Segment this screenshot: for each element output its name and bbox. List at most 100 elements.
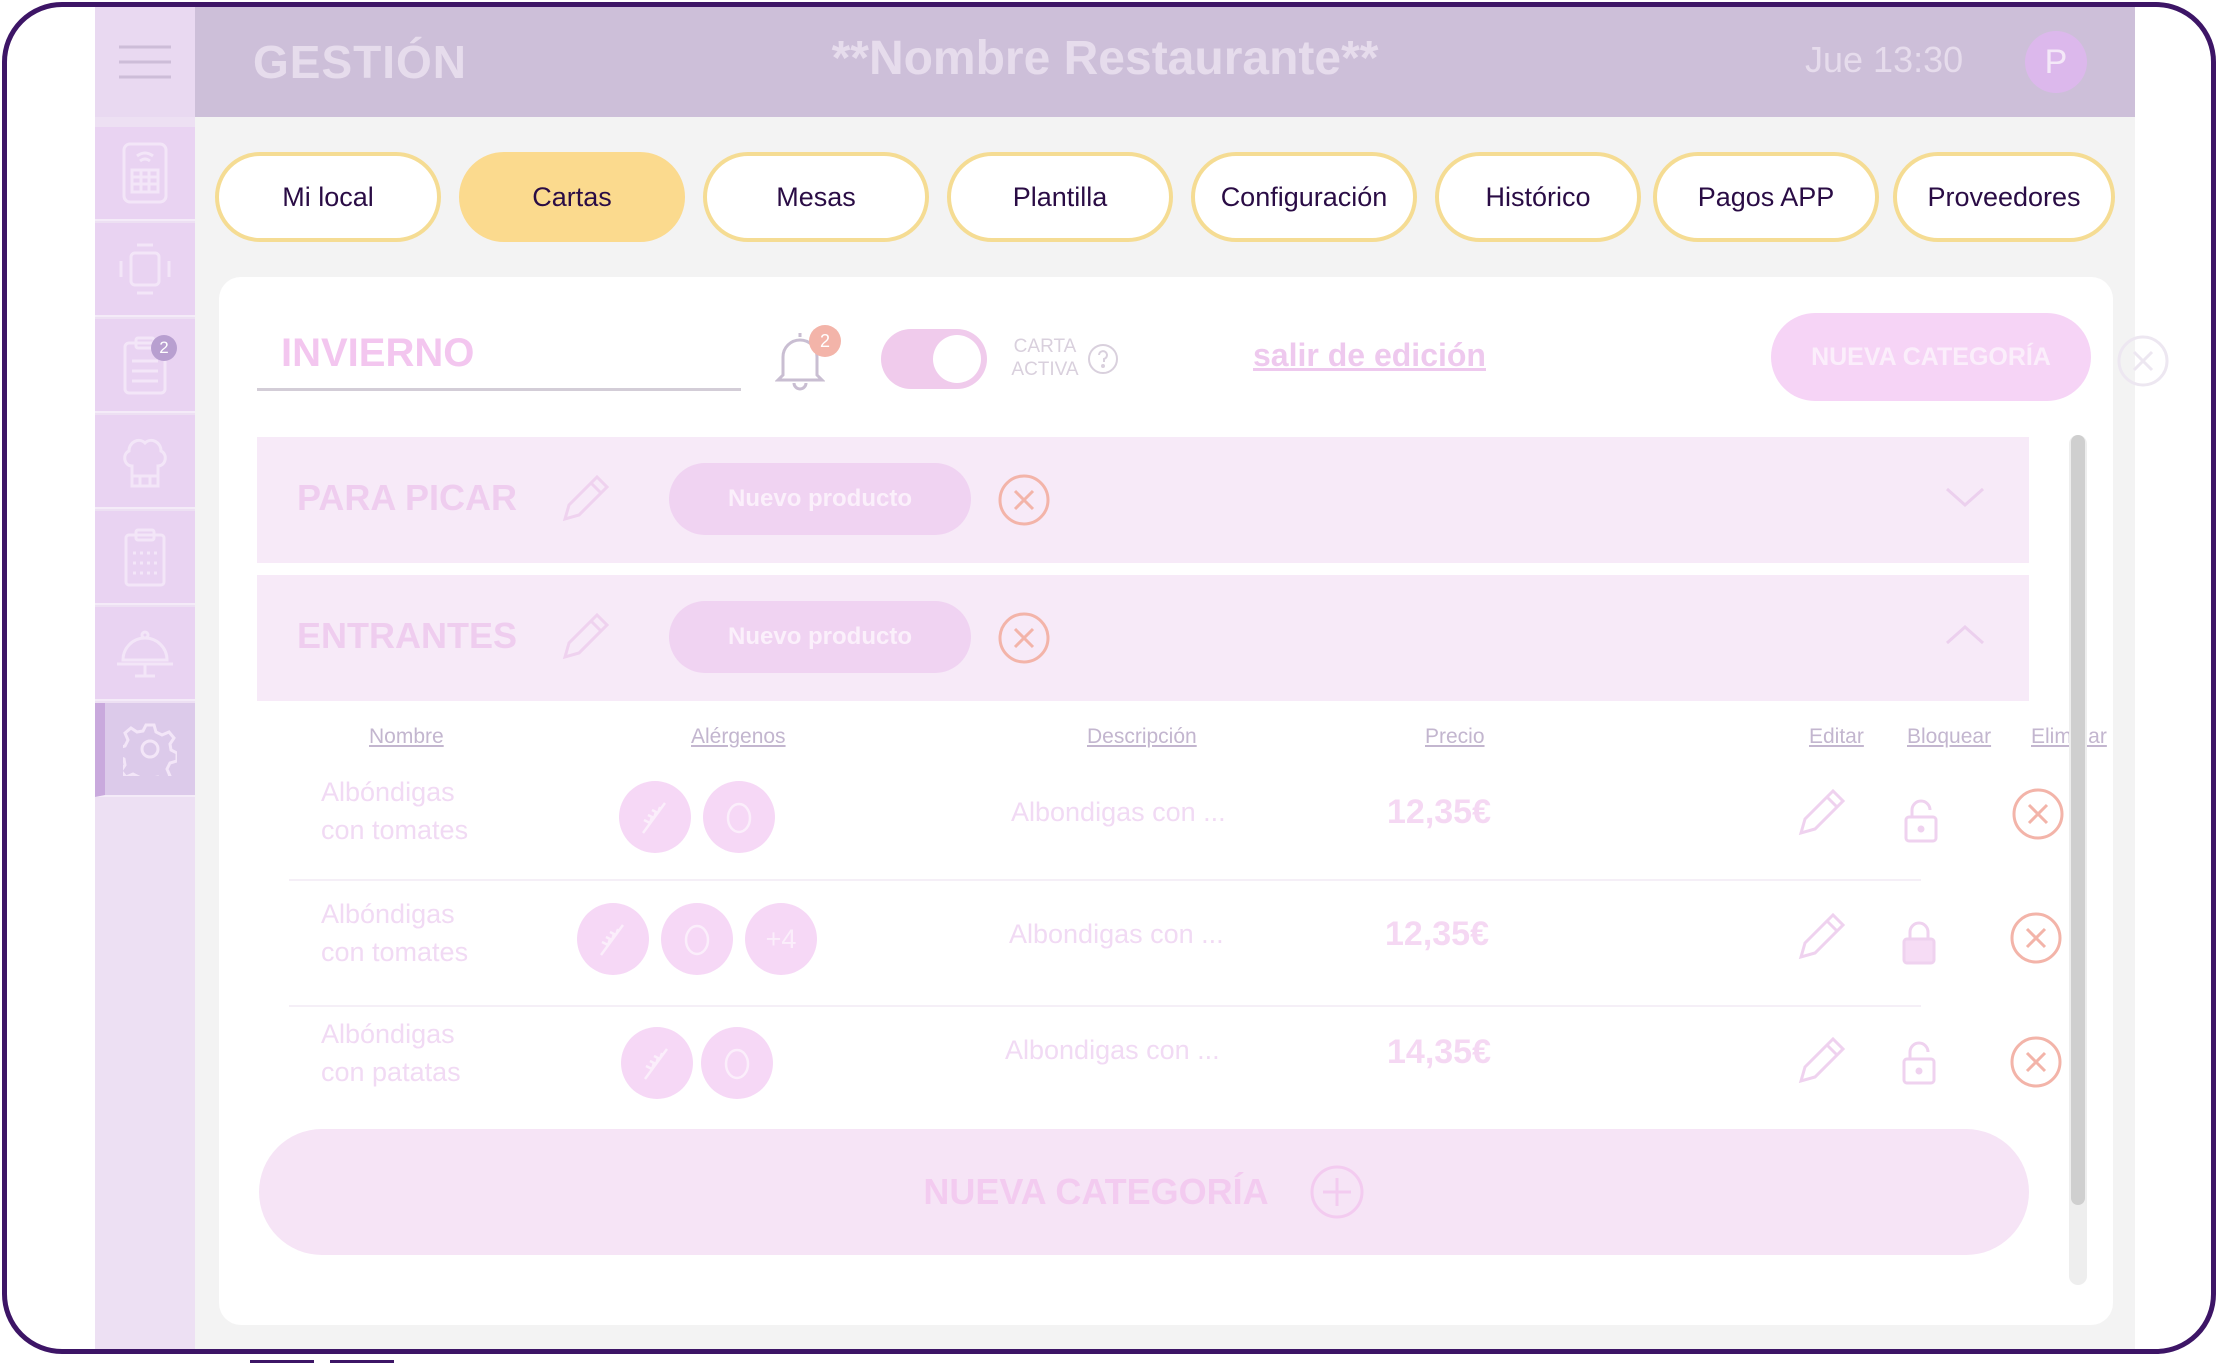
top-bar: GESTIÓN **Nombre Restaurante** Jue 13:30… [195, 7, 2135, 117]
new-product-button[interactable]: Nuevo producto [669, 601, 971, 673]
product-description: Albondigas con ... [1005, 1035, 1220, 1065]
help-icon[interactable] [1087, 343, 1119, 375]
product-price: 12,35€ [1385, 915, 1489, 953]
egg-icon [724, 1048, 750, 1080]
column-header-price[interactable]: Precio [1425, 725, 1485, 749]
product-description: Albondigas con ... [1009, 919, 1224, 949]
add-category-button[interactable]: NUEVA CATEGORÍA [259, 1129, 2029, 1255]
sidebar-item-settings[interactable] [95, 703, 195, 797]
active-menu-toggle[interactable] [881, 329, 987, 389]
sidebar-item-service[interactable] [95, 607, 195, 701]
scrollbar[interactable] [2069, 435, 2087, 1285]
more-allergens-badge[interactable]: +4 [745, 903, 817, 975]
gluten-icon [643, 1048, 669, 1080]
close-icon[interactable] [2117, 335, 2169, 387]
unlock-icon[interactable] [1901, 1039, 1937, 1085]
column-header-edit[interactable]: Editar [1809, 725, 1864, 749]
datetime: Jue 13:30 [1805, 39, 1964, 80]
lock-icon[interactable] [1901, 919, 1937, 965]
active-menu-label: CARTA ACTIVA [1005, 335, 1085, 381]
home-indicator-right [330, 1360, 394, 1363]
tab-cartas[interactable]: Cartas [459, 152, 685, 242]
delete-icon[interactable] [2009, 911, 2063, 965]
tab-plantilla[interactable]: Plantilla [947, 152, 1173, 242]
restaurant-name: **Nombre Restaurante** [831, 32, 1379, 85]
egg-icon [684, 924, 710, 956]
allergen-egg[interactable] [701, 1027, 773, 1099]
clipboard-icon [124, 528, 166, 587]
sidebar-item-terminal[interactable] [95, 127, 195, 221]
new-product-button[interactable]: Nuevo producto [669, 463, 971, 535]
chevron-down-icon[interactable] [1945, 485, 1985, 509]
orders-badge: 2 [151, 335, 177, 361]
column-header-description[interactable]: Descripción [1087, 725, 1197, 749]
delete-icon[interactable] [997, 611, 1051, 665]
delete-icon[interactable] [997, 473, 1051, 527]
table-row[interactable]: Albóndigas con tomates +4 Albondigas con … [289, 883, 2062, 1007]
tab-mi-local[interactable]: Mi local [215, 152, 441, 242]
product-name: Albóndigas con tomates [321, 895, 468, 971]
sidebar-item-orders[interactable]: 2 [95, 319, 195, 413]
egg-icon [726, 802, 752, 834]
column-header-allergens[interactable]: Alérgenos [691, 725, 786, 749]
gear-icon [123, 723, 177, 776]
pencil-icon[interactable] [557, 611, 611, 665]
product-name-line1: Albóndigas [321, 899, 455, 929]
allergen-gluten[interactable] [621, 1027, 693, 1099]
menu-name-field[interactable]: INVIERNO [257, 317, 741, 391]
sidebar-item-kitchen[interactable] [95, 415, 195, 509]
avatar[interactable]: P [2025, 31, 2087, 93]
active-label-line2: ACTIVA [1011, 359, 1079, 380]
gluten-icon [641, 802, 667, 834]
product-price: 12,35€ [1387, 793, 1491, 831]
tablet-frame: 2 GESTIÓN **Nombre Restaurante** Jue 13:… [2, 2, 2216, 1354]
sidebar: 2 [95, 7, 195, 1349]
chef-hat-icon [123, 438, 167, 488]
scrollbar-thumb[interactable] [2071, 435, 2085, 1205]
allergen-gluten[interactable] [619, 781, 691, 853]
menu-name-value: INVIERNO [281, 331, 475, 375]
cloche-icon [117, 630, 173, 678]
new-category-button[interactable]: NUEVA CATEGORÍA [1771, 313, 2091, 401]
chevron-up-icon[interactable] [1945, 623, 1985, 647]
product-name-line1: Albóndigas [321, 777, 455, 807]
hamburger-menu-button[interactable] [95, 7, 195, 117]
tab-configuracion[interactable]: Configuración [1191, 152, 1417, 242]
category-para-picar[interactable]: PARA PICAR Nuevo producto [257, 437, 2029, 563]
pencil-icon[interactable] [1793, 1035, 1847, 1089]
category-name: ENTRANTES [297, 615, 518, 656]
column-header-block[interactable]: Bloquear [1907, 725, 1991, 749]
tab-proveedores[interactable]: Proveedores [1893, 152, 2115, 242]
delete-icon[interactable] [2009, 1035, 2063, 1089]
allergen-egg[interactable] [661, 903, 733, 975]
table-row[interactable]: Albóndigas con tomates Albondigas con ...… [289, 757, 2064, 881]
product-name-line2: con tomates [321, 937, 469, 967]
home-indicator-left [250, 1360, 314, 1363]
active-label-line1: CARTA [1013, 336, 1077, 357]
column-header-name[interactable]: Nombre [369, 725, 444, 749]
sidebar-item-tables[interactable] [95, 223, 195, 317]
tab-pagos-app[interactable]: Pagos APP [1653, 152, 1879, 242]
delete-icon[interactable] [2011, 787, 2065, 841]
category-name: PARA PICAR [297, 477, 518, 518]
unlock-icon[interactable] [1903, 797, 1939, 843]
product-name: Albóndigas con patatas [321, 1015, 461, 1091]
product-name-line1: Albóndigas [321, 1019, 455, 1049]
tab-historico[interactable]: Histórico [1435, 152, 1641, 242]
exit-edit-link[interactable]: salir de edición [1253, 337, 1486, 374]
menu-editor-panel: INVIERNO 2 CARTA ACTIVA salir de edición … [219, 277, 2169, 1325]
toggle-knob [933, 335, 981, 383]
table-chairs-icon [119, 243, 171, 295]
table-row[interactable]: Albóndigas con patatas Albondigas con ...… [289, 1009, 2062, 1133]
sidebar-item-clipboard[interactable] [95, 511, 195, 605]
allergen-egg[interactable] [703, 781, 775, 853]
product-name-line2: con tomates [321, 815, 469, 845]
allergen-gluten[interactable] [577, 903, 649, 975]
pencil-icon[interactable] [557, 473, 611, 527]
tab-mesas[interactable]: Mesas [703, 152, 929, 242]
pencil-icon[interactable] [1793, 911, 1847, 965]
pencil-icon[interactable] [1793, 787, 1847, 841]
gluten-icon [599, 924, 625, 956]
add-category-label: NUEVA CATEGORÍA [923, 1171, 1269, 1212]
category-entrantes[interactable]: ENTRANTES Nuevo producto [257, 575, 2029, 701]
